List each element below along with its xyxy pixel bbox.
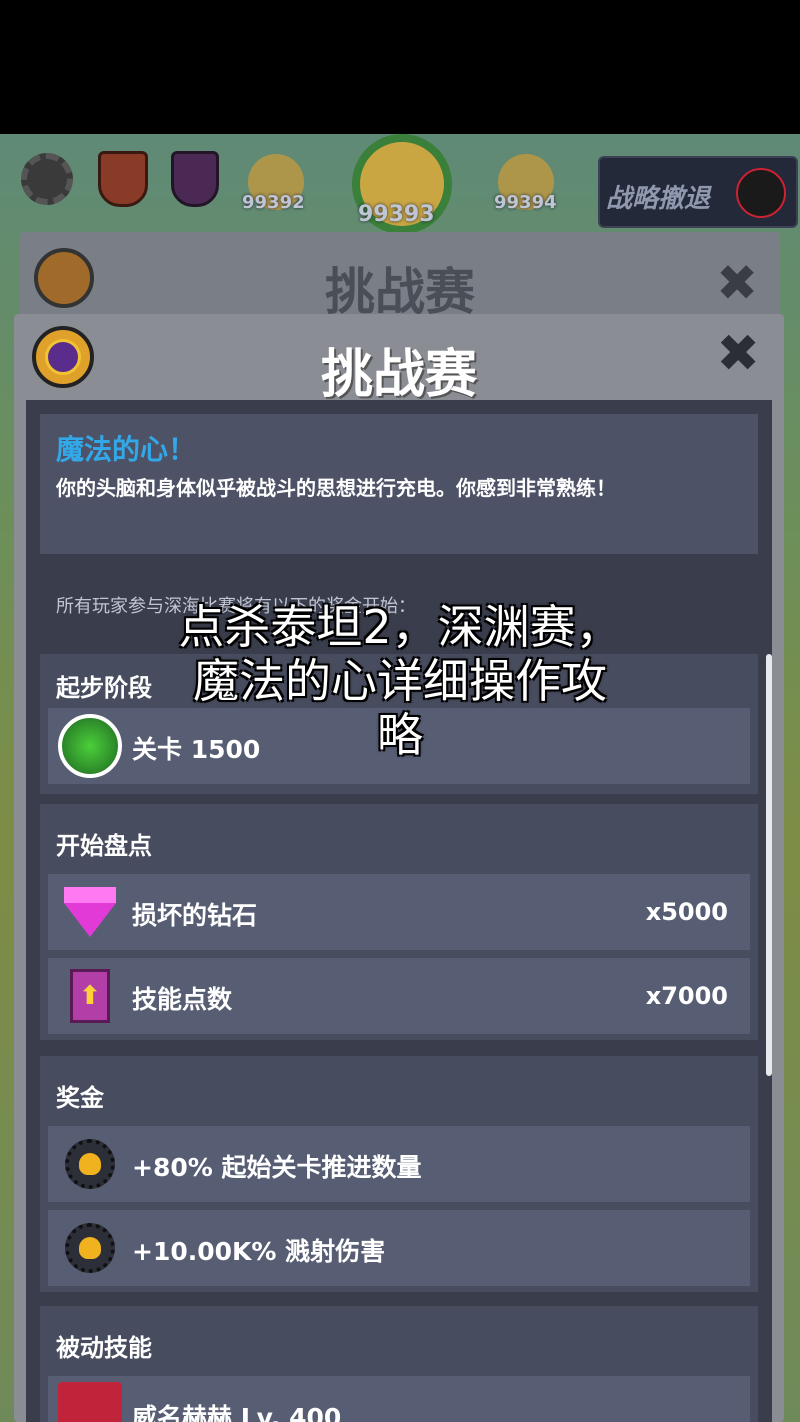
stage-number-left: 99392 bbox=[242, 192, 305, 213]
stage-number-center: 99393 bbox=[358, 202, 435, 227]
demon-icon bbox=[736, 168, 786, 218]
row-amount: x5000 bbox=[645, 898, 728, 926]
list-item-skill-points: ⬆ 技能点数 x7000 bbox=[48, 958, 750, 1034]
demon-badge-icon bbox=[58, 1216, 122, 1280]
game-hud: 99392 99393 99394 战略撤退 bbox=[0, 134, 800, 234]
row-label: 技能点数 bbox=[132, 985, 233, 1014]
list-item-stage: 关卡 1500 bbox=[48, 708, 750, 784]
stage-icon bbox=[58, 714, 122, 778]
skill-icon bbox=[58, 1382, 122, 1422]
gem-icon bbox=[58, 880, 122, 944]
shield-icon[interactable] bbox=[92, 148, 154, 210]
skill-book-icon: ⬆ bbox=[58, 964, 122, 1028]
dialog-title: 挑战赛 bbox=[320, 345, 477, 405]
section-label: 起步阶段 bbox=[56, 674, 152, 702]
list-item-bonus: +80% 起始关卡推进数量 bbox=[48, 1126, 750, 1202]
list-item-bonus: +10.00K% 溅射伤害 bbox=[48, 1210, 750, 1286]
section-label: 奖金 bbox=[56, 1084, 104, 1112]
stage-number-right: 99394 bbox=[494, 192, 557, 213]
gear-icon[interactable] bbox=[16, 148, 78, 210]
close-icon: ✖ bbox=[716, 254, 758, 312]
list-item-passive-skill: 威名赫赫 Lv. 400 bbox=[48, 1376, 750, 1422]
top-black-bar bbox=[0, 0, 800, 134]
sword-shield-icon[interactable] bbox=[164, 148, 226, 210]
row-label: +10.00K% 溅射伤害 bbox=[132, 1237, 386, 1266]
row-amount: x7000 bbox=[645, 982, 728, 1010]
description-text: 你的头脑和身体似乎被战斗的思想进行充电。你感到非常熟练！ bbox=[56, 476, 616, 500]
intro-text: 所有玩家参与深海比赛将有以下的奖金开始： bbox=[56, 596, 416, 617]
section-label: 开始盘点 bbox=[56, 832, 152, 860]
row-label: 威名赫赫 Lv. 400 bbox=[132, 1403, 342, 1422]
retreat-button[interactable]: 战略撤退 bbox=[598, 156, 798, 228]
description-title: 魔法的心！ bbox=[56, 433, 197, 466]
scrollbar[interactable] bbox=[766, 654, 772, 1076]
close-button[interactable]: ✖ bbox=[716, 328, 760, 380]
row-label: +80% 起始关卡推进数量 bbox=[132, 1153, 422, 1182]
row-label: 关卡 1500 bbox=[132, 735, 261, 764]
description-box: 魔法的心！ 你的头脑和身体似乎被战斗的思想进行充电。你感到非常熟练！ bbox=[40, 414, 758, 554]
list-item-gems: 损坏的钻石 x5000 bbox=[48, 874, 750, 950]
section-label: 被动技能 bbox=[56, 1334, 152, 1362]
demon-badge-icon bbox=[58, 1132, 122, 1196]
row-label: 损坏的钻石 bbox=[132, 901, 258, 930]
retreat-label: 战略撤退 bbox=[606, 184, 711, 214]
